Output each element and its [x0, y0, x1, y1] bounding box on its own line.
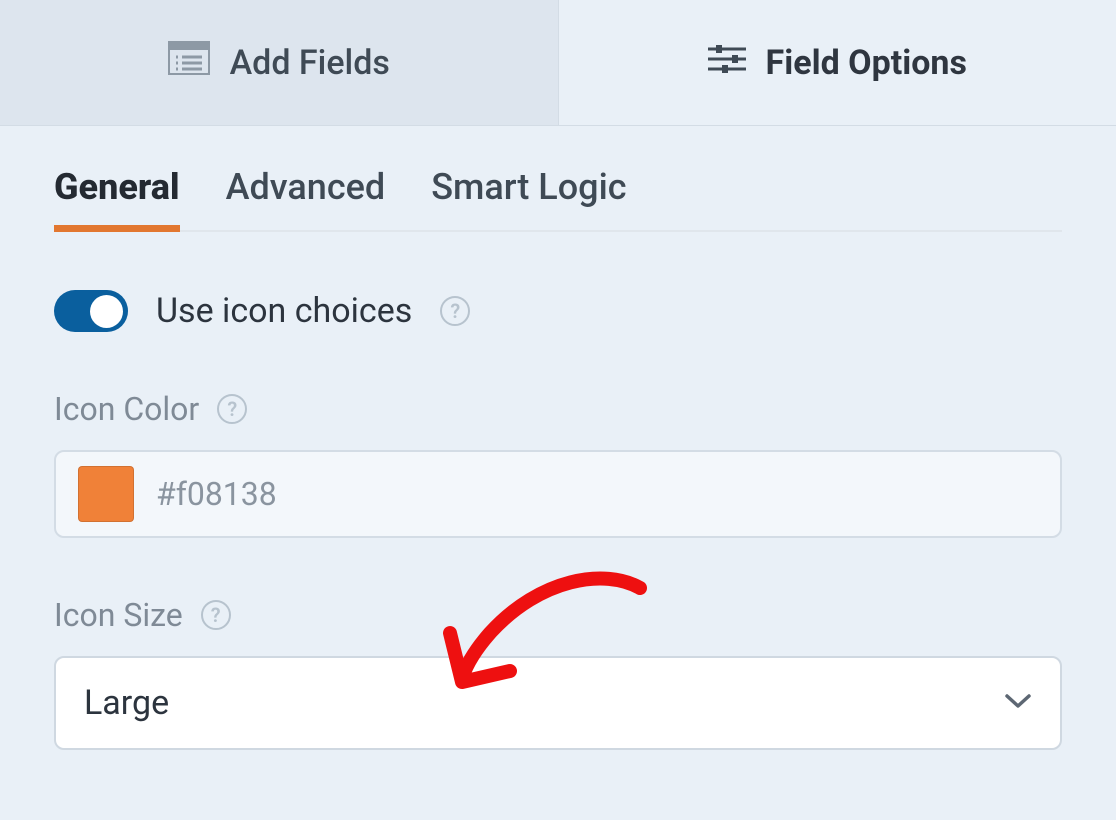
color-swatch — [78, 466, 134, 522]
help-icon[interactable]: ? — [201, 600, 231, 630]
sub-tab-bar: General Advanced Smart Logic — [54, 166, 1062, 232]
help-icon[interactable]: ? — [440, 296, 470, 326]
sub-tab-general-label: General — [54, 166, 180, 208]
icon-size-select[interactable]: Large — [54, 656, 1062, 750]
icon-color-label: Icon Color — [54, 390, 199, 428]
tab-add-fields-label: Add Fields — [230, 43, 390, 83]
top-tab-bar: Add Fields Field Options — [0, 0, 1116, 126]
icon-color-value: #f08138 — [156, 475, 277, 513]
use-icon-choices-toggle[interactable] — [54, 290, 128, 332]
icon-size-label: Icon Size — [54, 596, 183, 634]
sub-tab-smart-logic-label: Smart Logic — [431, 166, 626, 208]
sub-tab-advanced[interactable]: Advanced — [226, 166, 386, 230]
icon-color-group: Icon Color ? #f08138 — [54, 390, 1062, 538]
help-icon[interactable]: ? — [217, 394, 247, 424]
tab-field-options[interactable]: Field Options — [559, 0, 1116, 125]
icon-color-input[interactable]: #f08138 — [54, 450, 1062, 538]
field-options-panel: General Advanced Smart Logic Use icon ch… — [0, 126, 1116, 750]
list-form-icon — [168, 41, 210, 84]
sliders-icon — [708, 43, 746, 83]
use-icon-choices-label: Use icon choices — [156, 291, 412, 331]
sub-tab-advanced-label: Advanced — [226, 166, 386, 208]
sub-tab-smart-logic[interactable]: Smart Logic — [431, 166, 626, 230]
tab-field-options-label: Field Options — [766, 43, 967, 83]
tab-add-fields[interactable]: Add Fields — [0, 0, 559, 125]
use-icon-choices-row: Use icon choices ? — [54, 290, 1062, 332]
sub-tab-general[interactable]: General — [54, 166, 180, 230]
icon-size-group: Icon Size ? Large — [54, 596, 1062, 750]
chevron-down-icon — [1004, 692, 1032, 714]
icon-size-value: Large — [84, 683, 169, 723]
